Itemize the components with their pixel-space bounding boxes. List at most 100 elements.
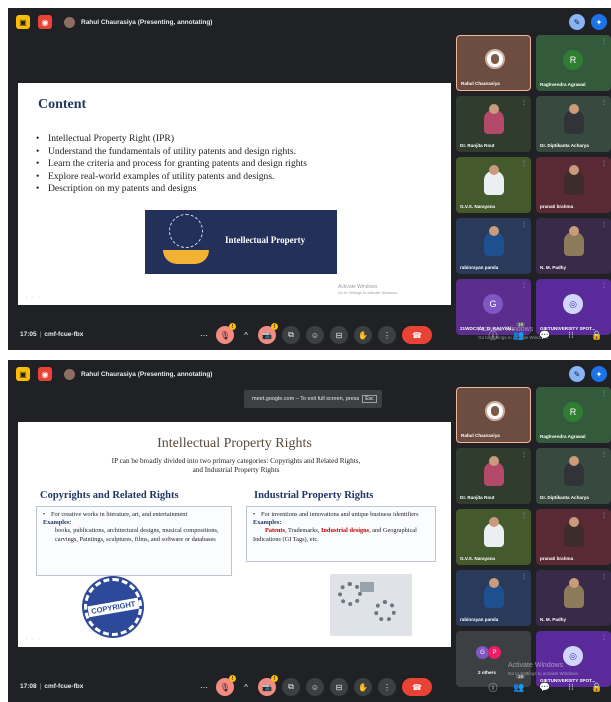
speaking-indicator-icon: ⋮ (601, 161, 607, 167)
slide-bullet: Description on my patents and designs (36, 183, 441, 194)
speaking-indicator-icon: ⋮ (521, 574, 527, 580)
more-audio-icon[interactable]: ⋯ (198, 326, 210, 344)
camera-button[interactable]: 📷 (258, 323, 278, 344)
chat-icon[interactable]: 💬 (537, 679, 553, 695)
participant-name: Dr. Ranjita Rout (460, 495, 495, 500)
participant-tile[interactable]: ⋮ Dr. Diptikanta Acharya (536, 96, 611, 152)
avatar (485, 49, 505, 69)
more-options-button[interactable]: ⋮ (378, 678, 396, 696)
speaking-indicator-icon: ⋮ (601, 513, 607, 519)
emoji-button[interactable]: ☺ (306, 678, 324, 696)
host-controls-icon[interactable]: 🔒 (589, 327, 605, 343)
copyright-seal: COPYRIGHT (84, 578, 142, 636)
people-icon[interactable]: 👥 19 (511, 322, 527, 343)
participant-tile[interactable]: ⋮ pranati brahma (536, 157, 611, 213)
slide-title: Intellectual Property Rights (157, 436, 312, 451)
screen-share-icon[interactable]: ▣ (16, 15, 30, 29)
raise-hand-button[interactable]: ✋ (354, 678, 372, 696)
video-feed (564, 578, 584, 608)
avatar: R (563, 402, 583, 422)
people-count-badge: 19 (516, 322, 526, 327)
trademarks-text: , Trademarks, (284, 527, 321, 535)
slide-title: Content (38, 97, 87, 112)
call-controls: ⋯ 🎙 ^ 📷 ⧉ ☺ ⊟ ✋ ⋮ ☎ (198, 675, 438, 696)
avatar: P (488, 646, 501, 659)
device-icon (360, 582, 374, 592)
present-button[interactable]: ⧉ (282, 678, 300, 696)
left-examples-label: Examples: (43, 519, 72, 527)
presenter-indicator: Rahul Chaurasiya (Presenting, annotating… (64, 368, 213, 380)
participant-name: Rahul Chaurasiya (461, 81, 500, 86)
more-audio-icon[interactable]: ⋯ (198, 678, 210, 696)
end-call-button[interactable]: ☎ (402, 678, 432, 696)
screen-share-icon[interactable]: ▣ (16, 367, 30, 381)
participant-tile[interactable]: ⋮ N. M. Padhy (536, 218, 611, 274)
participant-tile[interactable]: ⋮ rabinrayan panda (456, 218, 531, 274)
speaking-indicator-icon: ⋮ (601, 283, 607, 289)
host-controls-icon[interactable]: 🔒 (589, 679, 605, 695)
participant-tile[interactable]: ⋮ pranati brahma (536, 509, 611, 565)
right-controls: ⓘ 👥 19 💬 ⁝⁝ 🔒 (475, 674, 605, 695)
mic-button[interactable]: 🎙 (216, 675, 236, 696)
annotate-icon[interactable]: ✎ (569, 366, 585, 382)
participant-tile[interactable]: ⋮ N. M. Padhy (536, 570, 611, 626)
activities-icon[interactable]: ⁝⁝ (563, 679, 579, 695)
corner-buttons: ✎ ✦ (563, 366, 607, 382)
participant-name: Raghvendra Agrawal (540, 434, 586, 439)
speaking-indicator-icon: ⋮ (601, 574, 607, 580)
chat-icon[interactable]: 💬 (537, 327, 553, 343)
annotate-icon[interactable]: ✎ (569, 14, 585, 30)
speaking-indicator-icon: ⋮ (601, 391, 607, 397)
info-icon[interactable]: ⓘ (485, 327, 501, 343)
call-controls: ⋯ 🎙 ^ 📷 ⧉ ☺ ⊟ ✋ ⋮ ☎ (198, 323, 438, 344)
chevron-up-icon[interactable]: ^ (240, 326, 252, 344)
participant-tile[interactable]: Rahul Chaurasiya (456, 387, 531, 443)
record-icon[interactable]: ◉ (38, 367, 52, 381)
industrial-designs-text: Industrial designs (320, 527, 370, 535)
esc-key[interactable]: Esc (362, 395, 377, 403)
mic-button[interactable]: 🎙 (216, 323, 236, 344)
video-feed (564, 456, 584, 486)
participant-tile[interactable]: Rahul Chaurasiya (456, 35, 531, 91)
emoji-button[interactable]: ☺ (306, 326, 324, 344)
captions-button[interactable]: ⊟ (330, 326, 348, 344)
present-button[interactable]: ⧉ (282, 326, 300, 344)
participant-tile[interactable]: ⋮ Dr. Ranjita Rout (456, 448, 531, 504)
participant-tile[interactable]: ⋮ Dr. Diptikanta Acharya (536, 448, 611, 504)
camera-button[interactable]: 📷 (258, 675, 278, 696)
video-feed (564, 517, 584, 547)
gemini-icon[interactable]: ✦ (591, 14, 607, 30)
slide-bullet: Intellectual Property Right (IPR) (36, 133, 441, 144)
activities-icon[interactable]: ⁝⁝ (563, 327, 579, 343)
chevron-up-icon[interactable]: ^ (240, 678, 252, 696)
participant-tile[interactable]: ⋮ Dr. Ranjita Rout (456, 96, 531, 152)
right-controls: ⓘ 👥 19 💬 ⁝⁝ 🔒 (475, 322, 605, 343)
presenter-label: Rahul Chaurasiya (Presenting, annotating… (81, 370, 213, 378)
participant-name: N. M. Padhy (540, 265, 567, 270)
video-feed (484, 578, 504, 608)
info-icon[interactable]: ⓘ (485, 679, 501, 695)
end-call-button[interactable]: ☎ (402, 326, 432, 344)
more-options-button[interactable]: ⋮ (378, 326, 396, 344)
participant-tile[interactable]: R ⋮ Raghvendra Agrawal (536, 387, 611, 443)
left-bullet: For creative works in literature, art, a… (43, 511, 225, 519)
gear-icon (374, 600, 396, 622)
shared-slide: Intellectual Property Rights IP can be b… (18, 422, 451, 647)
slide-footer: • • • (26, 636, 43, 641)
banner-label: Intellectual Property (225, 235, 306, 245)
gemini-icon[interactable]: ✦ (591, 366, 607, 382)
speaking-indicator-icon: ⋮ (521, 283, 527, 289)
people-icon[interactable]: 👥 19 (511, 674, 527, 695)
raise-hand-button[interactable]: ✋ (354, 326, 372, 344)
participant-tile[interactable]: ⋮ rabinrayan panda (456, 570, 531, 626)
corner-buttons: ✎ ✦ (563, 14, 607, 30)
record-icon[interactable]: ◉ (38, 15, 52, 29)
participant-name: G.V.S. Narayana (460, 556, 496, 561)
captions-button[interactable]: ⊟ (330, 678, 348, 696)
speaking-indicator-icon: ⋮ (521, 452, 527, 458)
participant-tile[interactable]: ⋮ G.V.S. Narayana (456, 157, 531, 213)
participant-tile[interactable]: ⋮ G.V.S. Narayana (456, 509, 531, 565)
lightbulb-icon (169, 214, 203, 248)
participant-tile[interactable]: R ⋮ Raghvendra Agrawal (536, 35, 611, 91)
top-bar: ▣ ◉ Rahul Chaurasiya (Presenting, annota… (8, 360, 458, 388)
